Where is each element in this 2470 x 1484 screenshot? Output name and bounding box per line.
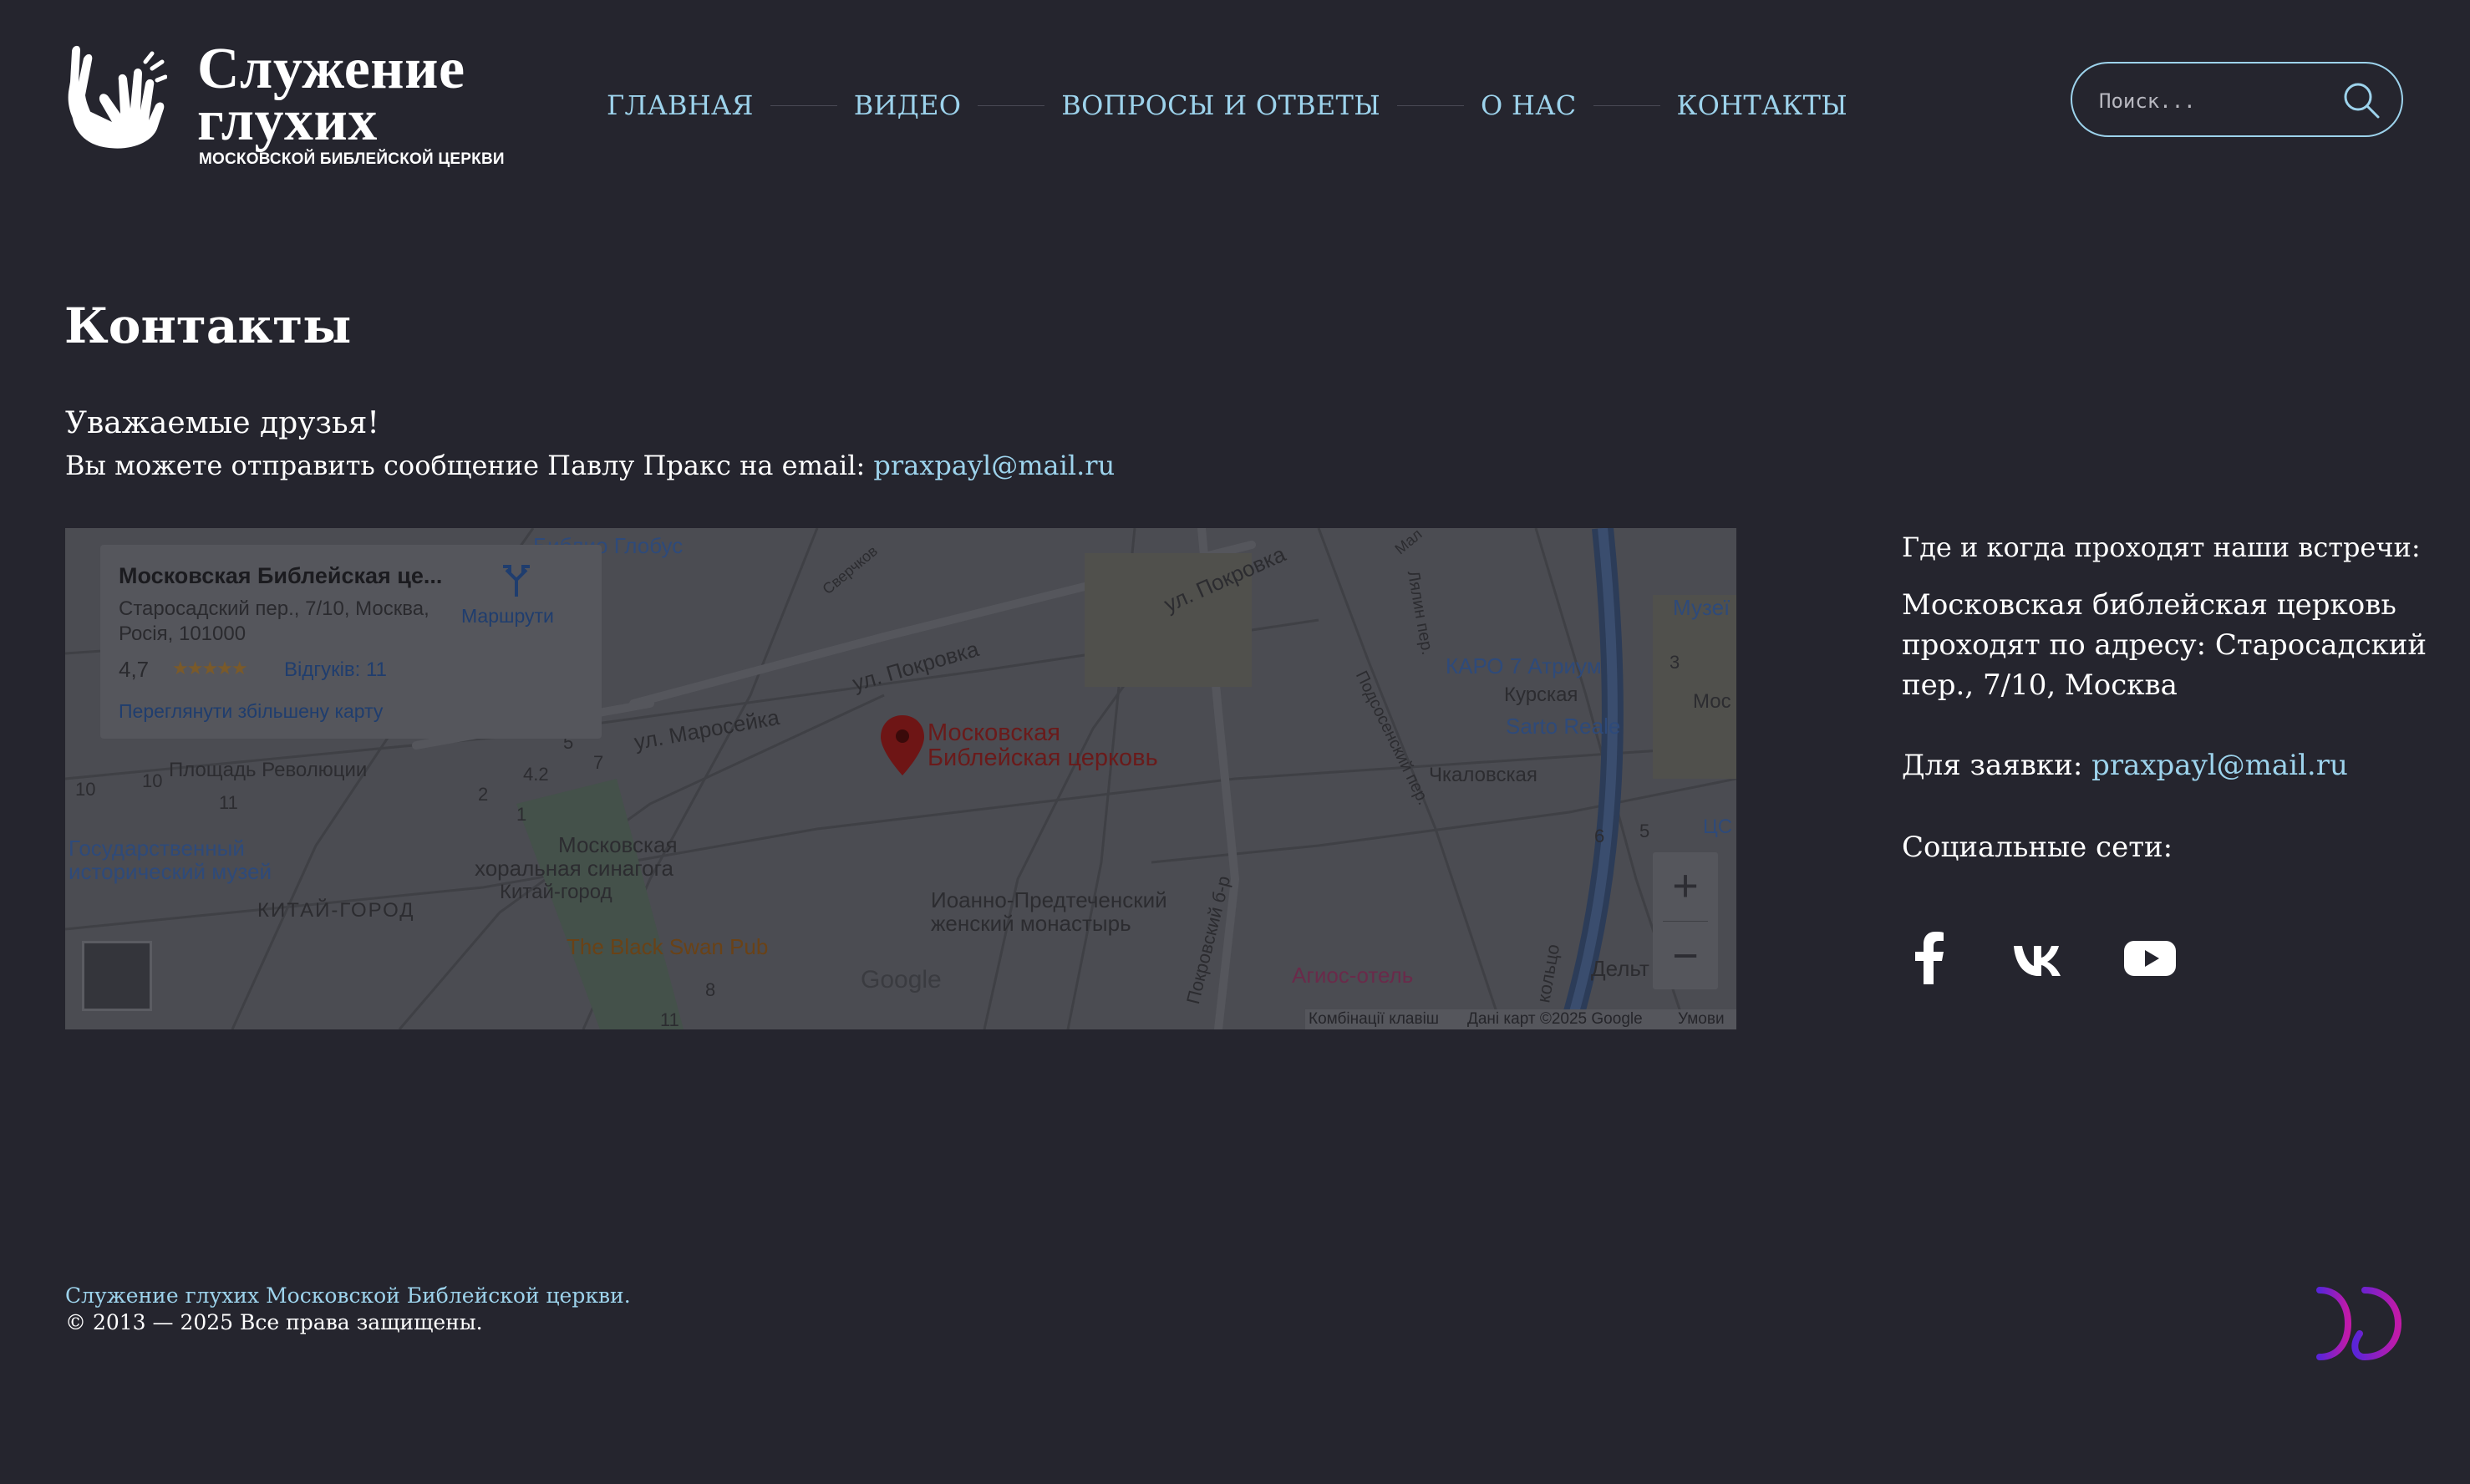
map-label: Дельт — [1591, 956, 1649, 981]
map-label: 5 — [1639, 821, 1650, 841]
map-label: Чкаловская — [1429, 764, 1537, 786]
map-label: женский монастырь — [931, 911, 1131, 936]
zoom-in-button[interactable]: + — [1653, 852, 1718, 919]
logo-title: Служение глухих — [197, 37, 465, 153]
map-label: Иоанно-Предтеченский — [931, 887, 1167, 912]
developer-logo-icon[interactable] — [2315, 1282, 2408, 1365]
map-label: Государственный — [69, 836, 245, 861]
meetings-address: Московская библейская церковь проходят п… — [1902, 588, 2427, 702]
nav-item-faq[interactable]: ВОПРОСЫ И ОТВЕТЫ — [1061, 89, 1380, 121]
nav-item-home[interactable]: ГЛАВНАЯ — [607, 89, 754, 121]
map-label: хоральная синагога — [475, 856, 674, 881]
order-label: Для заявки: — [1902, 749, 2092, 782]
map-place-card: Московская Библейская це... Старосадский… — [100, 545, 602, 739]
youtube-icon[interactable] — [2121, 929, 2179, 988]
map-label: Мос — [1693, 690, 1731, 713]
footer-site-name[interactable]: Служение глухих Московской Библейской це… — [65, 1283, 631, 1308]
map-directions-link[interactable]: Маршрути — [461, 605, 554, 628]
map-embed[interactable]: Библио Глобус Сверчков ул. Покровка ул. … — [65, 528, 1736, 1029]
nav-divider — [1397, 104, 1464, 106]
map-pin-icon[interactable] — [879, 714, 926, 777]
map-label: 2 — [478, 784, 489, 805]
street-view-icon[interactable] — [82, 941, 152, 1011]
map-keyboard-shortcuts[interactable]: Комбінації клавіш — [1309, 1010, 1439, 1029]
nav-divider — [978, 104, 1045, 106]
google-logo: Google — [861, 966, 942, 994]
map-label: 11 — [660, 1009, 679, 1029]
map-reviews-link[interactable]: Відгуків: 11 — [284, 658, 387, 682]
map-label: 10 — [75, 779, 96, 800]
map-label: 4.2 — [523, 764, 549, 785]
map-label: Московская — [558, 832, 678, 857]
hands-icon — [68, 45, 167, 149]
map-label: Курская — [1504, 684, 1578, 706]
map-label: 1 — [516, 804, 527, 825]
nav-divider — [770, 104, 837, 106]
nav-item-about[interactable]: О НАС — [1481, 89, 1577, 121]
map-label: The Black Swan Pub — [567, 934, 769, 959]
zoom-divider — [1663, 921, 1708, 922]
order-line: Для заявки: praxpayl@mail.ru — [1902, 749, 2348, 782]
site-logo[interactable]: Служение глухих МОСКОВСКОЙ БИБЛЕЙСКОЙ ЦЕ… — [65, 37, 516, 177]
map-label: 11 — [219, 792, 238, 813]
intro-text: Вы можете отправить сообщение Павлу Прак… — [65, 450, 1115, 481]
facebook-icon[interactable] — [1902, 929, 1960, 988]
page-title: Контакты — [64, 297, 352, 354]
map-label: ЦС — [1703, 816, 1733, 838]
nav-item-video[interactable]: ВИДЕО — [854, 89, 962, 121]
meetings-heading: Где и когда проходят наши встречи: — [1902, 531, 2421, 563]
star-rating-icon: ★★★★★ — [172, 658, 248, 679]
search-icon[interactable] — [2341, 80, 2381, 120]
map-label: 8 — [705, 979, 716, 1000]
map-label: 3 — [1670, 652, 1680, 673]
order-email-link[interactable]: praxpayl@mail.ru — [2091, 749, 2348, 782]
map-attribution: Комбінації клавіш Дані карт ©2025 Google… — [1305, 1009, 1736, 1029]
map-place-rating: 4,7 — [119, 657, 150, 682]
map-terms-link[interactable]: Умови — [1678, 1010, 1725, 1029]
map-label: Китай-город — [500, 881, 612, 903]
search-input[interactable] — [2097, 84, 2335, 119]
map-label: Sarto Reale — [1506, 714, 1621, 739]
greeting-text: Уважаемые друзья! — [65, 406, 379, 440]
map-label: Площадь Революции — [169, 759, 368, 781]
map-label: 10 — [142, 770, 163, 791]
nav-item-contacts[interactable]: КОНТАКТЫ — [1677, 89, 1847, 121]
main-nav: ГЛАВНАЯ ВИДЕО ВОПРОСЫ И ОТВЕТЫ О НАС КОН… — [607, 86, 1847, 125]
footer-copyright: © 2013 — 2025 Все права защищены. — [65, 1310, 483, 1334]
map-place-address: Старосадский пер., 7/10, Москва, Росія, … — [119, 597, 429, 645]
map-zoom-control: + − — [1653, 852, 1718, 989]
logo-subtitle: МОСКОВСКОЙ БИБЛЕЙСКОЙ ЦЕРКВИ — [199, 150, 505, 168]
social-heading: Социальные сети: — [1902, 831, 2173, 864]
map-label: Музеї — [1673, 595, 1731, 620]
search-box — [2071, 62, 2403, 137]
map-label: 7 — [593, 752, 604, 773]
intro-label: Вы можете отправить сообщение Павлу Прак… — [65, 450, 874, 481]
map-label: 6 — [1594, 826, 1605, 846]
map-pin-label: Московская Библейская церковь — [928, 719, 1158, 771]
map-label: исторический музей — [69, 859, 272, 884]
map-place-title: Московская Библейская це... — [119, 563, 443, 588]
directions-icon[interactable] — [501, 563, 531, 597]
zoom-out-button[interactable]: − — [1653, 922, 1718, 989]
intro-email-link[interactable]: praxpayl@mail.ru — [873, 450, 1115, 481]
map-data-credit: Дані карт ©2025 Google — [1467, 1010, 1643, 1028]
map-label: КИТАЙ-ГОРОД — [257, 899, 415, 922]
map-label: КАРО 7 Атриум — [1446, 653, 1602, 678]
map-enlarge-link[interactable]: Переглянути збільшену карту — [119, 700, 383, 723]
nav-divider — [1593, 104, 1660, 106]
map-label: Агиос-отель — [1292, 963, 1414, 988]
vk-icon[interactable] — [2010, 929, 2069, 988]
